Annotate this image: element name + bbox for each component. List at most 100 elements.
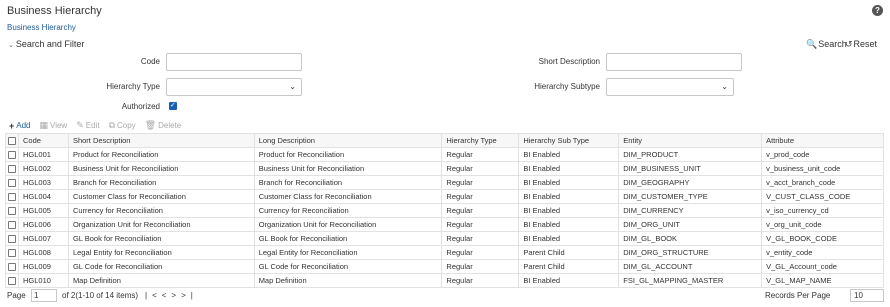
view-button[interactable]: ▦ View (40, 120, 68, 131)
row-select-cell (5, 217, 19, 232)
table-row[interactable]: HGL005 Currency for Reconciliation Currenc… (5, 203, 884, 218)
page-number-input[interactable]: 1 (31, 289, 57, 302)
page-title: Business Hierarchy (7, 5, 102, 17)
column-header-entity[interactable]: Entity (618, 133, 763, 148)
copy-icon: ⧉ (108, 120, 115, 130)
add-button[interactable]: + Add (9, 120, 31, 131)
cell-short-description: Product for Reconciliation (67, 147, 255, 162)
cell-hierarchy-sub-type: BI Enabled (518, 231, 620, 246)
hierarchy-subtype-select[interactable]: ⌄ (606, 78, 734, 96)
row-select-cell (5, 203, 19, 218)
cell-long-description: Business Unit for Reconciliation (253, 161, 443, 176)
cell-code: HGL008 (18, 245, 69, 260)
column-header-attribute[interactable]: Attribute (761, 133, 884, 148)
table-row[interactable]: HGL010 Map Definition Map Definition Regula… (5, 273, 884, 288)
cell-long-description: GL Book for Reconciliation (253, 231, 443, 246)
table-row[interactable]: HGL007 GL Book for Reconciliation GL Book … (5, 231, 884, 246)
row-checkbox[interactable] (8, 235, 16, 243)
row-checkbox[interactable] (8, 193, 16, 201)
prev-page-icon[interactable]: < (162, 291, 172, 300)
row-checkbox[interactable] (8, 249, 16, 257)
table-header-row: Code Short Description Long Description … (5, 133, 884, 148)
cell-code: HGL005 (18, 203, 69, 218)
row-checkbox[interactable] (8, 263, 16, 271)
column-header-hierarchy-type[interactable]: Hierarchy Type (441, 133, 520, 148)
cell-attribute: v_entity_code (761, 245, 884, 260)
row-select-cell (5, 259, 19, 274)
cell-entity: DIM_ORG_STRUCTURE (618, 245, 763, 260)
copy-button[interactable]: ⧉ Copy (109, 120, 136, 131)
next-page-icon[interactable]: > (171, 291, 181, 300)
cell-code: HGL002 (18, 161, 69, 176)
cell-hierarchy-type: Regular (441, 175, 520, 190)
row-checkbox[interactable] (8, 179, 16, 187)
code-input[interactable] (166, 53, 302, 71)
row-checkbox[interactable] (8, 277, 16, 285)
records-per-page-label: Records Per Page (765, 291, 831, 300)
cell-entity: FSI_GL_MAPPING_MASTER (618, 273, 763, 288)
cell-attribute: v_iso_currency_cd (761, 203, 884, 218)
cell-attribute: V_GL_Account_code (761, 259, 884, 274)
cell-hierarchy-type: Regular (441, 217, 520, 232)
search-icon: 🔍 (806, 39, 818, 49)
cell-attribute: v_acct_branch_code (761, 175, 884, 190)
edit-button[interactable]: ✎ Edit (76, 120, 99, 131)
row-checkbox[interactable] (8, 151, 16, 159)
breadcrumb[interactable]: Business Hierarchy (7, 23, 76, 32)
row-select-cell (5, 175, 19, 190)
hierarchy-type-select[interactable]: ⌄ (166, 78, 302, 96)
cell-hierarchy-sub-type: Parent Child (518, 245, 620, 260)
table-row[interactable]: HGL004 Customer Class for Reconciliation C… (5, 189, 884, 204)
reset-button[interactable]: ↺Reset (845, 39, 877, 50)
view-label: View (50, 121, 68, 130)
first-page-icon[interactable]: |< (145, 291, 162, 300)
row-checkbox[interactable] (8, 165, 16, 173)
cell-hierarchy-sub-type: BI Enabled (518, 175, 620, 190)
cell-hierarchy-sub-type: BI Enabled (518, 217, 620, 232)
authorized-label: Authorized (121, 102, 160, 111)
cell-long-description: Map Definition (253, 273, 443, 288)
search-button[interactable]: 🔍Search (806, 39, 847, 50)
cell-long-description: Product for Reconciliation (253, 147, 443, 162)
chevron-down-icon: ⌄ (721, 82, 728, 91)
column-header-short-description[interactable]: Short Description (67, 133, 255, 148)
table-row[interactable]: HGL008 Legal Entity for Reconciliation Leg… (5, 245, 884, 260)
search-button-label: Search (818, 39, 847, 49)
short-description-input[interactable] (606, 53, 742, 71)
plus-icon: + (9, 120, 15, 131)
cell-entity: DIM_CURRENCY (618, 203, 763, 218)
row-select-cell (5, 161, 19, 176)
select-all-checkbox[interactable] (8, 137, 16, 145)
row-checkbox[interactable] (8, 221, 16, 229)
cell-short-description: Organization Unit for Reconciliation (67, 217, 255, 232)
row-checkbox[interactable] (8, 207, 16, 215)
cell-hierarchy-type: Regular (441, 259, 520, 274)
page-summary: of 2(1-10 of 14 items) (62, 291, 139, 300)
column-header-long-description[interactable]: Long Description (253, 133, 443, 148)
cell-entity: DIM_GL_BOOK (618, 231, 763, 246)
cell-long-description: GL Code for Reconciliation (253, 259, 443, 274)
column-header-hierarchy-sub-type[interactable]: Hierarchy Sub Type (518, 133, 620, 148)
cell-long-description: Currency for Reconciliation (253, 203, 443, 218)
cell-short-description: Customer Class for Reconciliation (67, 189, 255, 204)
table-row[interactable]: HGL003 Branch for Reconciliation Branch fo… (5, 175, 884, 190)
table-row[interactable]: HGL006 Organization Unit for Reconciliati… (5, 217, 884, 232)
authorized-checkbox[interactable] (169, 101, 177, 110)
search-filter-toggle[interactable]: ⌄ Search and Filter (8, 39, 84, 49)
last-page-icon[interactable]: >| (181, 291, 198, 300)
help-icon[interactable]: ? (872, 5, 883, 16)
cell-hierarchy-sub-type: BI Enabled (518, 189, 620, 204)
hierarchy-subtype-label: Hierarchy Subtype (534, 82, 600, 91)
cell-hierarchy-sub-type: BI Enabled (518, 203, 620, 218)
cell-short-description: Currency for Reconciliation (67, 203, 255, 218)
table-row[interactable]: HGL002 Business Unit for Reconciliation Bu… (5, 161, 884, 176)
row-select-cell (5, 147, 19, 162)
delete-button[interactable]: 🗑 Delete (145, 120, 182, 131)
column-header-code[interactable]: Code (18, 133, 69, 148)
records-per-page-input[interactable]: 10 (850, 289, 884, 302)
cell-attribute: V_GL_BOOK_CODE (761, 231, 884, 246)
table-row[interactable]: HGL001 Product for Reconciliation Product … (5, 147, 884, 162)
select-all-cell (5, 133, 19, 148)
table-row[interactable]: HGL009 GL Code for Reconciliation GL Code … (5, 259, 884, 274)
chevron-down-icon: ⌄ (8, 42, 14, 49)
